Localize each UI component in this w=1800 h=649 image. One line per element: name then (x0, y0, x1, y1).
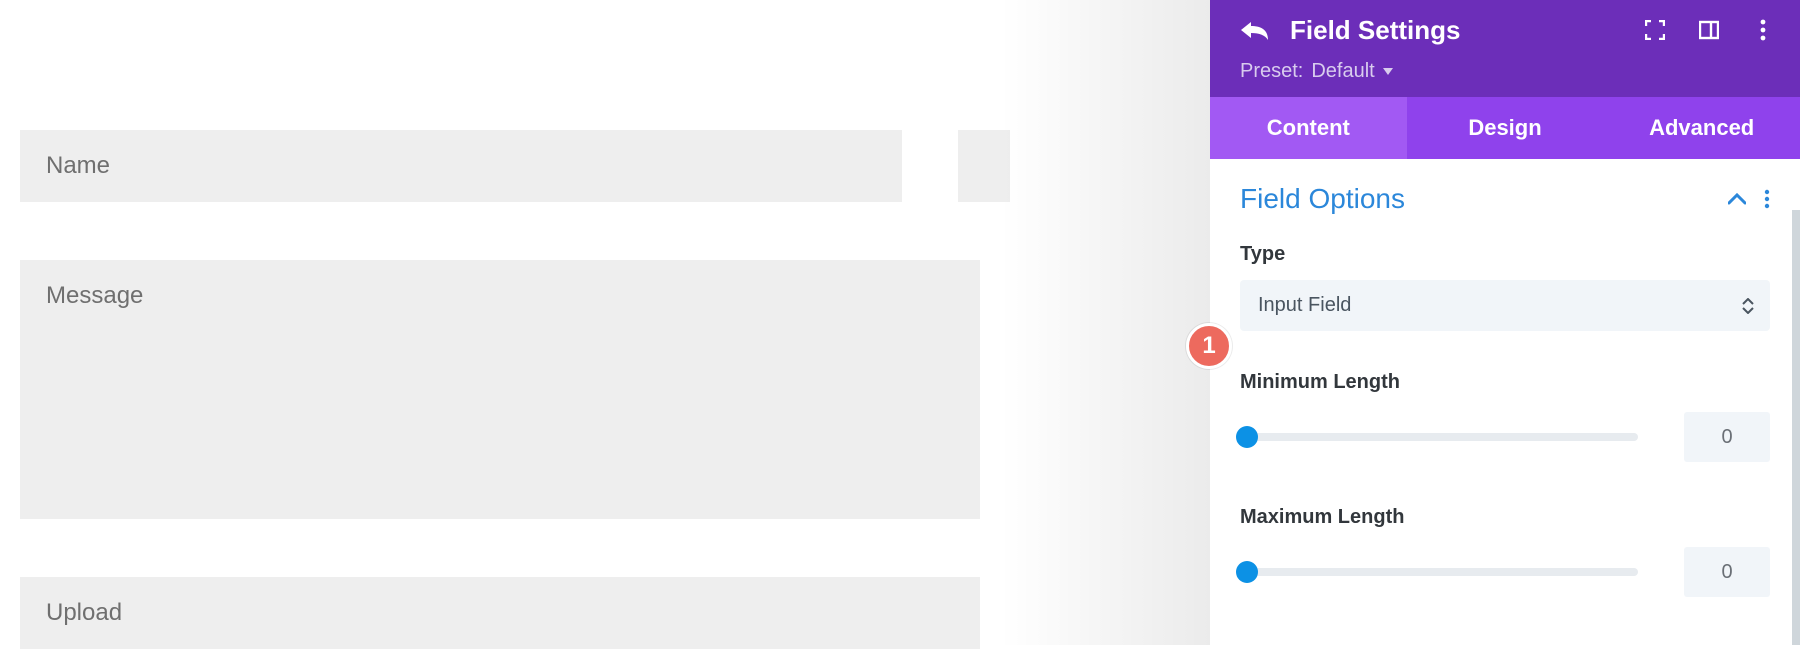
panel-shadow (1000, 0, 1210, 645)
kebab-icon (1760, 19, 1766, 41)
tabs: Content Design Advanced (1210, 97, 1800, 159)
chevron-up-icon (1728, 193, 1746, 205)
type-label: Type (1240, 243, 1770, 266)
section-menu-button[interactable] (1764, 189, 1770, 209)
email-field[interactable] (958, 130, 1010, 202)
panel-icon (1699, 20, 1719, 40)
tab-advanced[interactable]: Advanced (1603, 97, 1800, 159)
message-field[interactable] (20, 260, 980, 519)
type-select[interactable]: Input Field (1240, 280, 1770, 331)
back-button[interactable] (1236, 12, 1272, 48)
header-menu-button[interactable] (1752, 19, 1774, 41)
expand-button[interactable] (1644, 19, 1666, 41)
section-title: Field Options (1240, 183, 1405, 215)
settings-panel: Field Settings (1210, 0, 1800, 645)
panel-body: Field Options Type Input Field (1210, 159, 1800, 627)
panel-title: Field Settings (1290, 15, 1644, 46)
select-caret-icon (1742, 298, 1754, 314)
kebab-icon (1764, 189, 1770, 209)
max-length-value[interactable]: 0 (1684, 547, 1770, 597)
tab-design[interactable]: Design (1407, 97, 1604, 159)
form-preview (0, 0, 1000, 645)
name-field[interactable] (20, 130, 902, 202)
section-collapse-button[interactable] (1728, 193, 1746, 205)
undo-icon (1239, 18, 1269, 42)
max-length-label: Maximum Length (1240, 506, 1770, 529)
scrollbar[interactable] (1792, 210, 1800, 645)
max-length-slider[interactable] (1240, 568, 1638, 576)
preset-label-text: Preset: (1240, 60, 1303, 83)
min-length-slider[interactable] (1240, 433, 1638, 441)
panel-header: Field Settings (1210, 0, 1800, 97)
expand-icon (1645, 20, 1665, 40)
panel-toggle-button[interactable] (1698, 19, 1720, 41)
min-length-label: Minimum Length (1240, 371, 1770, 394)
preset-selector[interactable]: Preset: Default (1240, 60, 1393, 83)
caret-down-icon (1383, 68, 1393, 76)
tab-content[interactable]: Content (1210, 97, 1407, 159)
type-select-value: Input Field (1258, 294, 1351, 316)
upload-field[interactable] (20, 577, 980, 649)
min-length-thumb[interactable] (1236, 426, 1258, 448)
preset-value: Default (1311, 60, 1374, 83)
annotation-badge-1: 1 (1186, 323, 1232, 369)
max-length-thumb[interactable] (1236, 561, 1258, 583)
min-length-value[interactable]: 0 (1684, 412, 1770, 462)
